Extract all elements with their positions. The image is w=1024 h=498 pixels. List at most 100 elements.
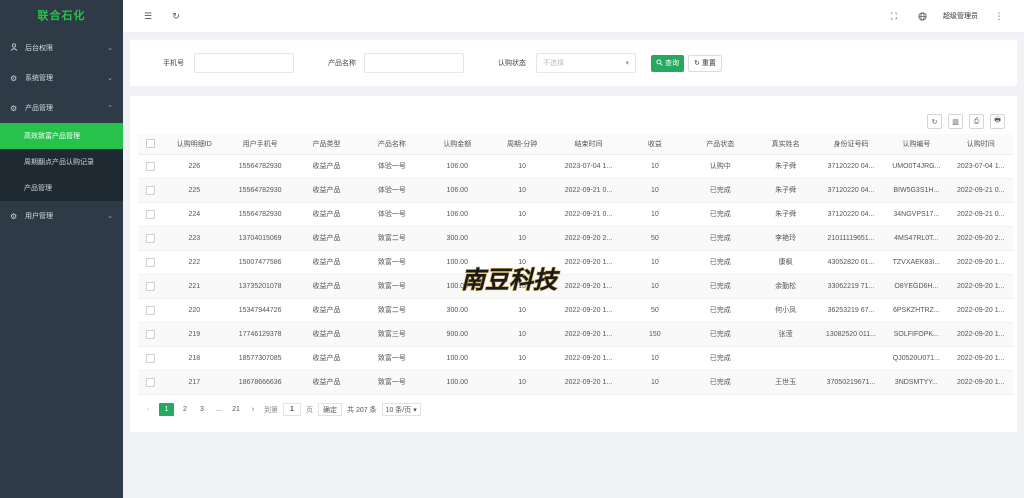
table-cell: 10: [622, 178, 688, 203]
refresh-icon[interactable]: ↻: [927, 114, 942, 129]
column-header[interactable]: 产品名称: [359, 134, 425, 155]
user-menu[interactable]: 超级管理员: [943, 11, 978, 21]
column-header[interactable]: 认购明细ID: [162, 134, 227, 155]
globe-icon[interactable]: [915, 9, 929, 23]
table-cell: 2023-07-04 1...: [948, 154, 1013, 179]
menu-toggle-icon[interactable]: ☰: [141, 9, 155, 23]
row-select-cell[interactable]: [138, 370, 163, 395]
page-button[interactable]: 2: [179, 403, 191, 416]
sidebar-item-users[interactable]: ⚙ 用户管理 ⌄: [0, 201, 123, 231]
page-button[interactable]: 1: [159, 403, 174, 416]
next-page-button[interactable]: ›: [247, 403, 259, 416]
row-checkbox[interactable]: [145, 329, 155, 339]
row-checkbox[interactable]: [145, 257, 155, 267]
column-header[interactable]: 身份证号码: [817, 134, 885, 155]
table-cell: 15007477586: [226, 250, 294, 275]
column-header[interactable]: 产品类型: [293, 134, 360, 155]
row-select-cell[interactable]: [138, 202, 163, 227]
sidebar-item-products[interactable]: ⚙ 产品管理 ⌃: [0, 93, 123, 123]
row-select-cell[interactable]: [138, 250, 163, 275]
row-select-cell[interactable]: [138, 298, 163, 323]
page-button[interactable]: 21: [230, 403, 242, 416]
column-header[interactable]: 产品状态: [687, 134, 754, 155]
columns-icon[interactable]: ▥: [948, 114, 963, 129]
phone-input[interactable]: [194, 53, 294, 73]
search-panel: 手机号 产品名称 认购状态 不选择 ▾ 查询 ↻ 重置: [130, 40, 1017, 86]
row-select-cell[interactable]: [138, 154, 163, 179]
print-icon[interactable]: 🖶: [990, 114, 1005, 129]
column-header[interactable]: 收益: [622, 134, 688, 155]
more-vertical-icon[interactable]: ⋮: [992, 9, 1006, 23]
table-cell: 10: [489, 346, 555, 371]
table-cell: 致富三号: [359, 322, 425, 347]
table-cell: 致富一号: [359, 346, 425, 371]
sidebar-subitem-cycle-records[interactable]: 周期翻点产品认购记录: [0, 149, 123, 175]
refresh-icon[interactable]: ↻: [169, 9, 183, 23]
prev-page-button[interactable]: ‹: [142, 403, 154, 416]
sidebar-item-permissions[interactable]: 后台权限 ⌄: [0, 33, 123, 63]
goto-page-input[interactable]: [283, 403, 301, 416]
row-select-cell[interactable]: [138, 322, 163, 347]
table-cell: 余勤松: [753, 274, 818, 299]
product-name-input[interactable]: [364, 53, 464, 73]
page-button[interactable]: 3: [196, 403, 208, 416]
table-row[interactable]: 221 13735201078 收益产品 致富一号 100.00 10 2022-09-20…: [138, 274, 1013, 299]
row-select-cell[interactable]: [138, 178, 163, 203]
table-row[interactable]: 224 15564782930 收益产品 体验一号 106.00 10 2022-09-21…: [138, 202, 1013, 227]
select-all-cell[interactable]: [138, 134, 163, 155]
row-checkbox[interactable]: [145, 305, 155, 315]
reset-button[interactable]: ↻ 重置: [688, 54, 722, 72]
page-size-select[interactable]: 10 条/页 ▾: [381, 403, 421, 416]
row-checkbox[interactable]: [145, 233, 155, 243]
table-row[interactable]: 226 15564782930 收益产品 体验一号 106.00 10 2023-07-04…: [138, 154, 1013, 179]
row-checkbox[interactable]: [145, 353, 155, 363]
export-icon[interactable]: ⎙: [969, 114, 984, 129]
row-checkbox[interactable]: [145, 209, 155, 219]
column-header[interactable]: 真实姓名: [753, 134, 818, 155]
table-cell: 收益产品: [293, 298, 360, 323]
table-cell: 37120220 04...: [817, 202, 885, 227]
table-row[interactable]: 217 18678666636 收益产品 致富一号 100.00 10 2022-09-20…: [138, 370, 1013, 395]
status-select-placeholder: 不选择: [543, 60, 564, 67]
row-checkbox[interactable]: [145, 161, 155, 171]
table-cell: 朱子舜: [753, 178, 818, 203]
column-header[interactable]: 结束时间: [554, 134, 623, 155]
row-checkbox[interactable]: [145, 377, 155, 387]
table-cell: 收益产品: [293, 250, 360, 275]
table-cell: 2022-09-20 1...: [948, 298, 1013, 323]
row-checkbox[interactable]: [145, 185, 155, 195]
select-all-checkbox[interactable]: [145, 139, 155, 149]
table-cell: 收益产品: [293, 202, 360, 227]
goto-confirm-button[interactable]: 确定: [318, 403, 342, 416]
table-row[interactable]: 222 15007477586 收益产品 致富一号 100.00 10 2022-09-20…: [138, 250, 1013, 275]
table-cell: 100.00: [424, 346, 490, 371]
sidebar-subitem-product-manage[interactable]: 产品管理: [0, 175, 123, 201]
row-select-cell[interactable]: [138, 226, 163, 251]
watermark-logo: 南豆科技: [460, 266, 560, 294]
table-row[interactable]: 220 15347944726 收益产品 致富二号 300.00 10 2022-09-20…: [138, 298, 1013, 323]
table-cell: 已完成: [687, 226, 754, 251]
search-button[interactable]: 查询: [651, 54, 684, 72]
column-header[interactable]: 认购编号: [884, 134, 949, 155]
sidebar-item-system[interactable]: ⚙ 系统管理 ⌄: [0, 63, 123, 93]
table-row[interactable]: 218 18577307085 收益产品 致富一号 100.00 10 2022-09-20…: [138, 346, 1013, 371]
table-cell: 体验一号: [359, 202, 425, 227]
column-header[interactable]: 周期-分钟: [489, 134, 555, 155]
table-cell: 认购中: [687, 154, 754, 179]
column-header[interactable]: 认购时间: [948, 134, 1013, 155]
sidebar-subitem-high-yield[interactable]: 高效致富产品管理: [0, 123, 123, 149]
row-select-cell[interactable]: [138, 346, 163, 371]
table-cell: SOLFIFOPK...: [884, 322, 949, 347]
table-row[interactable]: 219 17746129378 收益产品 致富三号 900.00 10 2022-09-20…: [138, 322, 1013, 347]
table-row[interactable]: 223 13704015069 收益产品 致富二号 300.00 10 2022-09-20…: [138, 226, 1013, 251]
row-select-cell[interactable]: [138, 274, 163, 299]
column-header[interactable]: 认购金额: [424, 134, 490, 155]
row-checkbox[interactable]: [145, 281, 155, 291]
table-cell: 王世玉: [753, 370, 818, 395]
status-select[interactable]: 不选择 ▾: [536, 53, 636, 73]
column-header[interactable]: 用户手机号: [226, 134, 294, 155]
fullscreen-icon[interactable]: ⛶: [887, 9, 901, 23]
table-cell: TZVXAEK83I...: [884, 250, 949, 275]
table-row[interactable]: 225 15564782930 收益产品 体验一号 106.00 10 2022-09-21…: [138, 178, 1013, 203]
table-cell: 10: [489, 322, 555, 347]
